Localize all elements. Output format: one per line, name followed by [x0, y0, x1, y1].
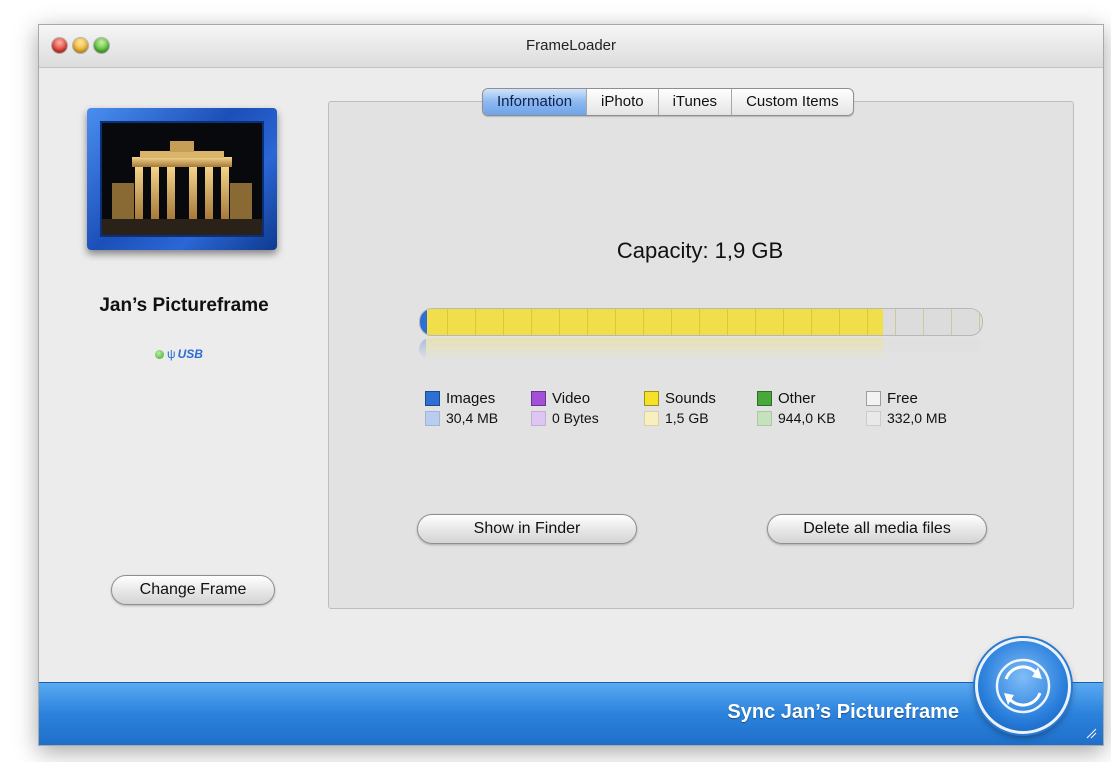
legend-swatch-other: [757, 390, 772, 406]
legend-size-swatch-video: [531, 410, 546, 426]
sync-arrows-icon: [995, 658, 1051, 714]
resize-grip-icon[interactable]: [1085, 727, 1097, 739]
window-title: FrameLoader: [525, 37, 617, 54]
tab-custom-items[interactable]: Custom Items: [732, 89, 853, 115]
legend-label: Sounds: [665, 389, 716, 407]
capacity-label: Capacity: 1,9 GB: [616, 238, 784, 263]
legend-swatch-sounds: [644, 390, 659, 406]
usb-connection-status: ψ USB: [155, 347, 203, 365]
capacity-segment-free: [882, 309, 982, 335]
sync-button[interactable]: [975, 638, 1071, 734]
legend-size: 30,4 MB: [446, 410, 499, 426]
tab-itunes[interactable]: iTunes: [659, 89, 733, 115]
legend-size: 944,0 KB: [778, 410, 836, 426]
capacity-segment-images: [420, 309, 428, 335]
legend-item-sounds: Sounds 1,5 GB: [644, 388, 754, 428]
capacity-segment-free-reflection: [883, 338, 983, 360]
sync-label: Sync Jan’s Pictureframe: [727, 701, 959, 723]
legend-size-swatch-images: [425, 410, 440, 426]
capacity-bar-wrap: [419, 308, 983, 360]
capacity-bar-reflection: [419, 338, 983, 360]
tab-bar: Information iPhoto iTunes Custom Items: [482, 88, 854, 116]
tab-information[interactable]: Information: [483, 89, 588, 115]
sync-bar: Sync Jan’s Pictureframe: [39, 682, 1103, 745]
capacity-segment-sounds: [427, 309, 883, 335]
legend-size: 332,0 MB: [887, 410, 947, 426]
legend-swatch-video: [531, 390, 546, 406]
legend-item-video: Video 0 Bytes: [531, 388, 641, 428]
show-in-finder-button[interactable]: Show in Finder: [417, 514, 637, 544]
connection-led-icon: [155, 350, 164, 360]
tab-iphoto[interactable]: iPhoto: [587, 89, 659, 115]
legend-swatch-free: [866, 390, 881, 406]
legend-size-swatch-sounds: [644, 410, 659, 426]
usb-label: USB: [177, 347, 203, 361]
legend-label: Free: [887, 389, 918, 407]
legend-swatch-images: [425, 390, 440, 406]
brandenburg-gate-photo: [102, 123, 262, 235]
capacity-segment-images-reflection: [419, 338, 427, 360]
legend-label: Other: [778, 389, 816, 407]
legend-item-other: Other 944,0 KB: [757, 388, 867, 428]
title-bar[interactable]: FrameLoader: [39, 25, 1103, 68]
legend-size-swatch-free: [866, 410, 881, 426]
change-frame-button[interactable]: Change Frame: [111, 575, 275, 605]
legend-size: 1,5 GB: [665, 410, 709, 426]
legend-size: 0 Bytes: [552, 410, 599, 426]
legend-size-swatch-other: [757, 410, 772, 426]
picture-frame-image: [87, 108, 277, 250]
usb-icon: ψ: [167, 347, 176, 361]
frameloader-window: FrameLoader Jan’s Pictureframe ψ USB Cha…: [38, 24, 1104, 746]
capacity-bar: [419, 308, 983, 336]
legend-label: Video: [552, 389, 591, 407]
device-name: Jan’s Pictureframe: [99, 295, 269, 316]
delete-all-media-button[interactable]: Delete all media files: [767, 514, 987, 544]
capacity-segment-sounds-reflection: [426, 338, 884, 360]
legend-item-free: Free 332,0 MB: [866, 388, 976, 428]
legend-label: Images: [446, 389, 496, 407]
legend-item-images: Images 30,4 MB: [425, 388, 535, 428]
